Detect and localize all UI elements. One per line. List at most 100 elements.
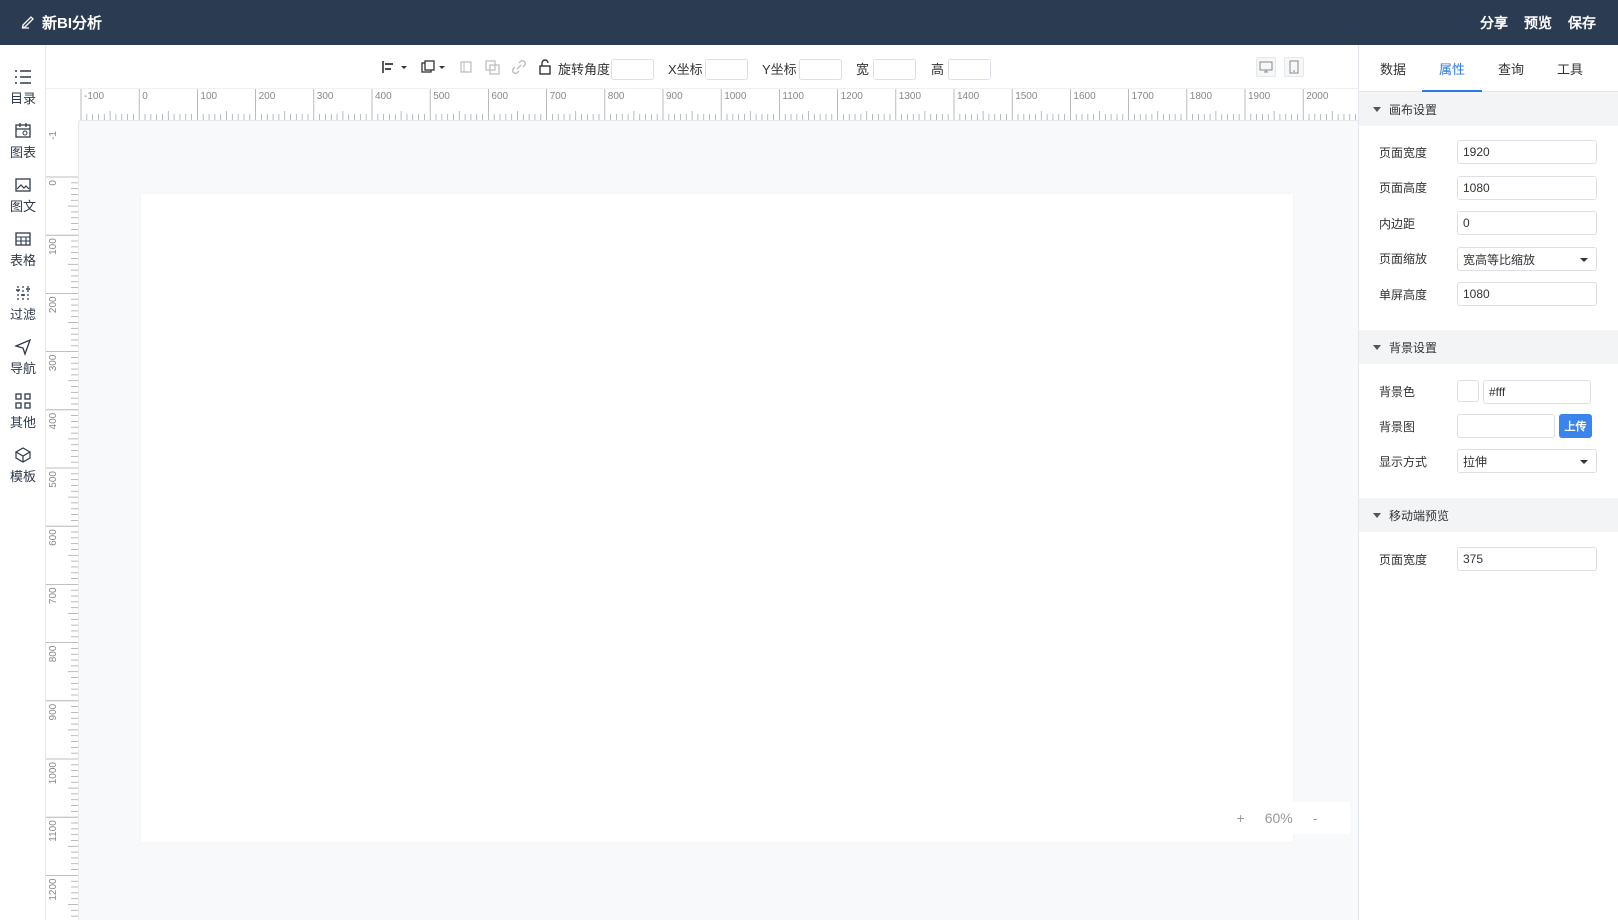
- ruler-left-label: 700: [48, 587, 59, 604]
- ruler-left-label: 100: [48, 238, 59, 255]
- ruler-left-label: 900: [48, 703, 59, 720]
- y-input[interactable]: [799, 59, 842, 80]
- ruler-left-label: 600: [48, 529, 59, 546]
- ruler-left-label: 1200: [48, 878, 59, 901]
- tab-query[interactable]: 查询: [1481, 45, 1541, 92]
- upload-button[interactable]: 上传: [1559, 414, 1592, 438]
- layer-dropdown-icon[interactable]: [420, 57, 448, 77]
- canvas-area: -100 0 100 200 300 400 500 600 700 800 900 1000 1100…: [46, 89, 1358, 920]
- ruler-top-label: 700: [550, 91, 567, 102]
- save-button[interactable]: 保存: [1568, 13, 1596, 33]
- rotate-label: 旋转角度: [558, 62, 611, 77]
- ruler-left-label: 500: [48, 471, 59, 488]
- zoom-in-button[interactable]: +: [1237, 810, 1245, 826]
- ruler-top-label: -100: [84, 91, 104, 102]
- panel-tabs: 数据 属性 查询 工具: [1359, 45, 1618, 92]
- mobile-preview-header[interactable]: 移动端预览: [1359, 498, 1618, 532]
- ruler-left-label: 400: [48, 412, 59, 429]
- page-zoom-select[interactable]: 宽高等比缩放: [1457, 247, 1597, 271]
- ruler-top: -100 0 100 200 300 400 500 600 700 800 900 1000 1100…: [79, 89, 1358, 121]
- display-mode-value: 拉伸: [1463, 454, 1488, 469]
- ruler-top-label: 500: [433, 91, 450, 102]
- ruler-top-label: 100: [200, 91, 217, 102]
- ruler-top-label: 1400: [957, 91, 980, 102]
- preview-button[interactable]: 预览: [1524, 13, 1552, 33]
- ruler-top-label: 1300: [899, 91, 922, 102]
- sidebar-item-navigation[interactable]: 导航: [0, 337, 46, 385]
- dropdown-arrow-icon: [1580, 460, 1588, 464]
- filter-icon: [13, 283, 33, 303]
- page-height-label: 页面高度: [1379, 181, 1428, 195]
- design-page[interactable]: [141, 194, 1293, 842]
- sidebar-item-filter[interactable]: 过滤: [0, 283, 46, 331]
- grid-icon: [13, 391, 33, 411]
- align-dropdown-icon[interactable]: [381, 57, 409, 77]
- ungroup-icon[interactable]: [459, 57, 473, 77]
- sidebar-item-chart[interactable]: 图表: [0, 121, 46, 169]
- editor-toolbar: 旋转角度 X坐标 Y坐标 宽 高: [46, 45, 1358, 89]
- zoom-out-button[interactable]: -: [1313, 810, 1318, 826]
- sidebar-item-image-text[interactable]: 图文: [0, 175, 46, 223]
- mobile-page-width-input[interactable]: 375: [1457, 547, 1597, 571]
- canvas-settings-header[interactable]: 画布设置: [1359, 92, 1618, 126]
- ruler-top-label: 1500: [1015, 91, 1038, 102]
- page-zoom-label: 页面缩放: [1379, 252, 1428, 266]
- ruler-top-label: 1000: [724, 91, 747, 102]
- page-height-input[interactable]: 1080: [1457, 176, 1597, 200]
- bg-color-input[interactable]: #fff: [1483, 380, 1591, 404]
- height-input[interactable]: [948, 59, 991, 80]
- x-input[interactable]: [705, 59, 748, 80]
- caret-down-icon: [1373, 344, 1381, 350]
- pc-view-icon[interactable]: [1256, 57, 1276, 77]
- mobile-page-width-label: 页面宽度: [1379, 553, 1428, 567]
- ruler-top-label: 800: [608, 91, 625, 102]
- sidebar-item-catalog[interactable]: 目录: [0, 67, 46, 115]
- chart-calendar-icon: [13, 121, 33, 141]
- app-title: 新BI分析: [20, 12, 102, 33]
- ruler-top-label: 200: [259, 91, 276, 102]
- height-label: 高: [931, 62, 945, 77]
- page-width-input[interactable]: 1920: [1457, 140, 1597, 164]
- share-button[interactable]: 分享: [1480, 13, 1508, 33]
- bg-color-swatch[interactable]: [1457, 380, 1479, 402]
- ruler-top-label: 400: [375, 91, 392, 102]
- ruler-left-label: -1: [48, 131, 59, 140]
- background-settings-header[interactable]: 背景设置: [1359, 330, 1618, 364]
- ruler-top-label: 600: [491, 91, 508, 102]
- ruler-left-label: 1100: [48, 820, 59, 842]
- tab-data[interactable]: 数据: [1363, 45, 1423, 92]
- zoom-control: + 60% -: [1204, 802, 1350, 834]
- bg-image-input[interactable]: [1457, 414, 1555, 438]
- page-zoom-value: 宽高等比缩放: [1463, 252, 1536, 267]
- list-icon: [13, 67, 33, 87]
- caret-down-icon: [1373, 512, 1381, 518]
- width-input[interactable]: [873, 59, 916, 80]
- sidebar-item-table[interactable]: 表格: [0, 229, 46, 277]
- sidebar-item-template[interactable]: 模板: [0, 445, 46, 493]
- lock-icon[interactable]: [538, 57, 552, 77]
- ruler-left-label: 1000: [48, 762, 59, 785]
- header-actions: 分享 预览 保存: [1464, 13, 1596, 33]
- navigation-icon: [13, 337, 33, 357]
- screen-height-input[interactable]: 1080: [1457, 282, 1597, 306]
- ruler-corner: [46, 89, 79, 121]
- link-icon[interactable]: [511, 57, 527, 77]
- tab-properties[interactable]: 属性: [1422, 45, 1482, 92]
- edit-pen-icon: [20, 13, 42, 33]
- padding-input[interactable]: 0: [1457, 211, 1597, 235]
- ruler-top-label: 2000: [1306, 91, 1329, 102]
- mobile-view-icon[interactable]: [1284, 57, 1304, 77]
- ruler-top-label: 1700: [1132, 91, 1155, 102]
- component-sidebar: 目录 图表 图文 表格 过滤 导航 其他 模板: [0, 45, 46, 920]
- ruler-top-label: 900: [666, 91, 683, 102]
- display-mode-select[interactable]: 拉伸: [1457, 449, 1597, 473]
- bg-image-label: 背景图: [1379, 420, 1416, 434]
- rotate-input[interactable]: [611, 59, 654, 80]
- ruler-top-label: 1100: [782, 91, 804, 102]
- copy-icon[interactable]: [484, 57, 500, 77]
- sidebar-item-other[interactable]: 其他: [0, 391, 46, 439]
- dropdown-arrow-icon: [1580, 258, 1588, 262]
- padding-label: 内边距: [1379, 217, 1416, 231]
- bg-color-label: 背景色: [1379, 385, 1416, 399]
- tab-tools[interactable]: 工具: [1540, 45, 1600, 92]
